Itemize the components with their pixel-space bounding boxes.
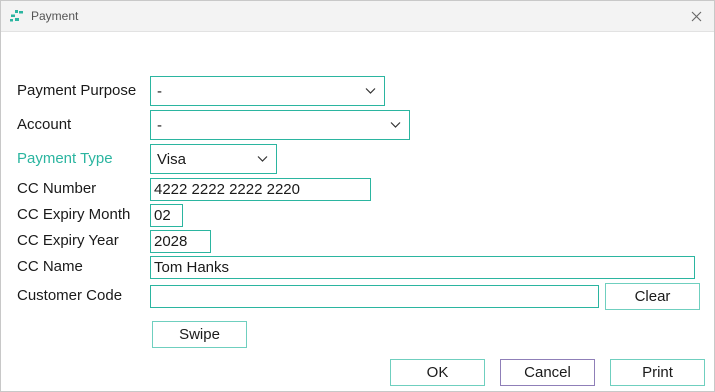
chevron-down-icon [365, 88, 376, 94]
cc-number-label: CC Number [17, 180, 97, 197]
payment-type-label: Payment Type [17, 150, 113, 167]
account-label: Account [17, 116, 72, 133]
cc-name-label: CC Name [17, 258, 83, 275]
payment-dialog: Payment Payment Purpose - Account - Paym… [0, 0, 715, 392]
clear-button[interactable]: Clear [605, 283, 700, 310]
customer-code-input[interactable] [150, 285, 599, 308]
cc-name-input[interactable]: Tom Hanks [150, 256, 695, 279]
cc-expiry-year-label: CC Expiry Year [17, 232, 119, 249]
payment-purpose-value: - [157, 82, 162, 100]
cc-expiry-month-input[interactable]: 02 [150, 204, 183, 227]
ok-button[interactable]: OK [390, 359, 485, 386]
payment-purpose-select[interactable]: - [150, 76, 385, 106]
window-title: Payment [31, 9, 79, 23]
customer-code-label: Customer Code [17, 287, 123, 304]
print-button[interactable]: Print [610, 359, 705, 386]
chevron-down-icon [390, 122, 401, 128]
close-button[interactable] [678, 1, 714, 31]
account-value: - [157, 116, 162, 134]
payment-purpose-label: Payment Purpose [17, 82, 137, 99]
account-select[interactable]: - [150, 110, 410, 140]
close-icon [691, 11, 701, 21]
app-logo-icon [10, 10, 23, 22]
swipe-button[interactable]: Swipe [152, 321, 247, 348]
payment-type-select[interactable]: Visa [150, 144, 277, 174]
cc-number-input[interactable]: 4222 2222 2222 2220 [150, 178, 371, 201]
cc-expiry-month-label: CC Expiry Month [17, 206, 131, 223]
chevron-down-icon [257, 156, 268, 162]
cc-expiry-year-input[interactable]: 2028 [150, 230, 211, 253]
payment-type-value: Visa [157, 150, 186, 168]
title-bar: Payment [1, 1, 714, 32]
cancel-button[interactable]: Cancel [500, 359, 595, 386]
